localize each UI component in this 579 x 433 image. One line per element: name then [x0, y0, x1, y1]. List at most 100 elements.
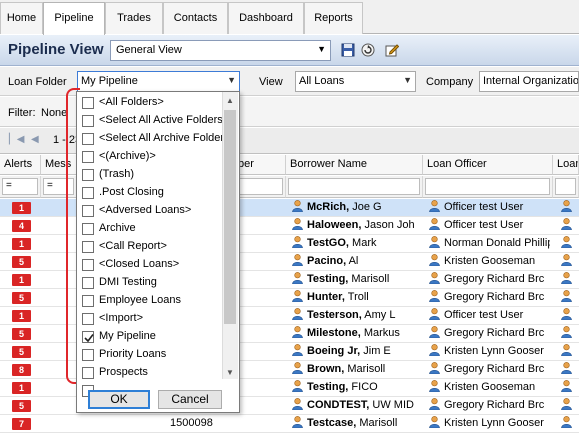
folder-option[interactable]: <Select All Active Folders> — [79, 112, 229, 130]
checkbox[interactable] — [82, 313, 94, 325]
loan-processor-cell — [561, 271, 579, 289]
checkbox[interactable] — [82, 223, 94, 235]
checkbox[interactable] — [82, 115, 94, 127]
folder-option[interactable]: Archive — [79, 220, 221, 238]
checkbox[interactable] — [82, 295, 94, 307]
person-icon — [429, 416, 444, 429]
folder-option[interactable]: <(Archive)> — [79, 148, 221, 166]
person-icon — [429, 200, 444, 213]
dropdown-scroll-thumb[interactable] — [224, 110, 236, 324]
filter-input-alerts[interactable]: = — [2, 178, 38, 195]
filter-input-borrower[interactable] — [288, 178, 420, 195]
checkbox[interactable] — [82, 187, 94, 199]
person-icon — [561, 416, 576, 429]
checkbox[interactable] — [82, 241, 94, 253]
view-select[interactable]: All Loans ▼ — [295, 71, 416, 92]
loan-officer-name: Officer test User — [444, 309, 524, 321]
company-select[interactable]: Internal Organization — [479, 71, 579, 92]
loan-processor-cell — [561, 325, 579, 343]
scroll-up-icon[interactable]: ▲ — [226, 96, 234, 105]
folder-option[interactable]: Employee Loans — [79, 292, 221, 310]
borrower-last-name: CONDTEST, — [307, 399, 370, 411]
ok-button[interactable]: OK — [88, 390, 150, 409]
borrower-first-name: UW MID — [372, 399, 414, 411]
folder-option[interactable]: .Post Closing — [79, 184, 221, 202]
checkbox[interactable] — [82, 133, 94, 145]
tab-home[interactable]: Home — [0, 2, 43, 34]
folder-option[interactable]: <Call Report> — [79, 238, 221, 256]
filter-input-processor[interactable] — [555, 178, 576, 195]
folder-option-label: <Call Report> — [99, 240, 167, 252]
checkbox[interactable] — [82, 259, 94, 271]
checkbox[interactable] — [82, 97, 94, 109]
alert-badge[interactable]: 5 — [12, 292, 31, 304]
person-icon — [292, 398, 307, 411]
save-icon[interactable] — [341, 43, 355, 57]
pipeline-view-select[interactable]: General View ▼ — [110, 40, 331, 61]
filter-cell-officer[interactable] — [423, 176, 553, 198]
alert-badge[interactable]: 8 — [12, 364, 31, 376]
checkbox[interactable] — [82, 169, 94, 181]
first-page-icon[interactable]: ▏◀ — [9, 134, 24, 145]
alert-badge[interactable]: 5 — [12, 400, 31, 412]
filter-cell-borrower[interactable] — [286, 176, 423, 198]
header-loan-officer[interactable]: Loan Officer — [423, 155, 553, 175]
folder-option[interactable]: <Select All Archive Folders> — [79, 130, 236, 148]
alert-badge[interactable]: 1 — [12, 310, 31, 322]
alert-badge[interactable]: 5 — [12, 346, 31, 358]
checkbox[interactable] — [82, 151, 94, 163]
checkbox[interactable] — [82, 367, 94, 379]
table-row[interactable]: 7 1500098 Testcase, Marisoll Kristen Lynn G… — [0, 415, 579, 433]
folder-option[interactable]: Priority Loans — [79, 346, 221, 364]
folder-option[interactable]: (Trash) — [79, 166, 221, 184]
person-icon — [429, 326, 444, 339]
loan-folder-dropdown: <All Folders> <Select All Active Folders>… — [76, 91, 240, 413]
person-icon — [561, 200, 576, 213]
refresh-icon[interactable] — [361, 43, 375, 57]
tab-trades[interactable]: Trades — [105, 2, 163, 34]
folder-option[interactable]: <Import> — [79, 310, 221, 328]
header-borrower-name[interactable]: Borrower Name — [286, 155, 423, 175]
loan-folder-label: Loan Folder — [8, 76, 67, 88]
scroll-down-icon[interactable]: ▼ — [226, 368, 234, 377]
borrower-first-name: Al — [348, 255, 359, 267]
checkbox[interactable] — [82, 277, 94, 289]
borrower-cell: McRich, Joe G — [292, 199, 420, 217]
folder-option-label: <(Archive)> — [99, 150, 156, 162]
folder-option[interactable]: <All Folders> — [79, 94, 221, 112]
alert-badge[interactable]: 5 — [12, 328, 31, 340]
filter-input-officer[interactable] — [425, 178, 550, 195]
header-alerts[interactable]: Alerts — [0, 155, 41, 175]
borrower-cell: Milestone, Markus — [292, 325, 420, 343]
folder-option[interactable]: DMI Testing — [79, 274, 221, 292]
alert-badge[interactable]: 1 — [12, 382, 31, 394]
tab-contacts[interactable]: Contacts — [163, 2, 228, 34]
header-loan-processor[interactable]: Loan — [553, 155, 579, 175]
tab-dashboard[interactable]: Dashboard — [228, 2, 304, 34]
folder-option[interactable]: Prospects — [79, 364, 221, 382]
loan-processor-cell — [561, 307, 579, 325]
filter-cell-processor[interactable] — [553, 176, 579, 198]
tab-pipeline[interactable]: Pipeline — [43, 2, 105, 35]
edit-icon[interactable] — [385, 43, 399, 57]
alert-badge[interactable]: 1 — [12, 202, 31, 214]
alert-badge[interactable]: 1 — [12, 274, 31, 286]
borrower-first-name: Mark — [352, 237, 377, 249]
folder-option[interactable]: My Pipeline — [79, 328, 221, 346]
checkbox[interactable] — [82, 349, 94, 361]
alert-badge[interactable]: 4 — [12, 220, 31, 232]
checkbox[interactable] — [82, 205, 94, 217]
folder-option-label: <All Folders> — [99, 96, 164, 108]
previous-page-icon[interactable]: ◀ — [31, 134, 39, 145]
borrower-first-name: Jim E — [363, 345, 391, 357]
cancel-button[interactable]: Cancel — [158, 390, 222, 409]
alert-badge[interactable]: 1 — [12, 238, 31, 250]
tab-reports[interactable]: Reports — [304, 2, 363, 34]
filter-cell-alerts[interactable]: = — [0, 176, 41, 198]
alert-badge[interactable]: 7 — [12, 418, 31, 430]
checkbox[interactable] — [82, 331, 94, 343]
folder-option[interactable]: <Adversed Loans> — [79, 202, 221, 220]
folder-option[interactable]: <Closed Loans> — [79, 256, 221, 274]
loan-folder-select[interactable]: My Pipeline ▼ — [77, 71, 240, 92]
alert-badge[interactable]: 5 — [12, 256, 31, 268]
